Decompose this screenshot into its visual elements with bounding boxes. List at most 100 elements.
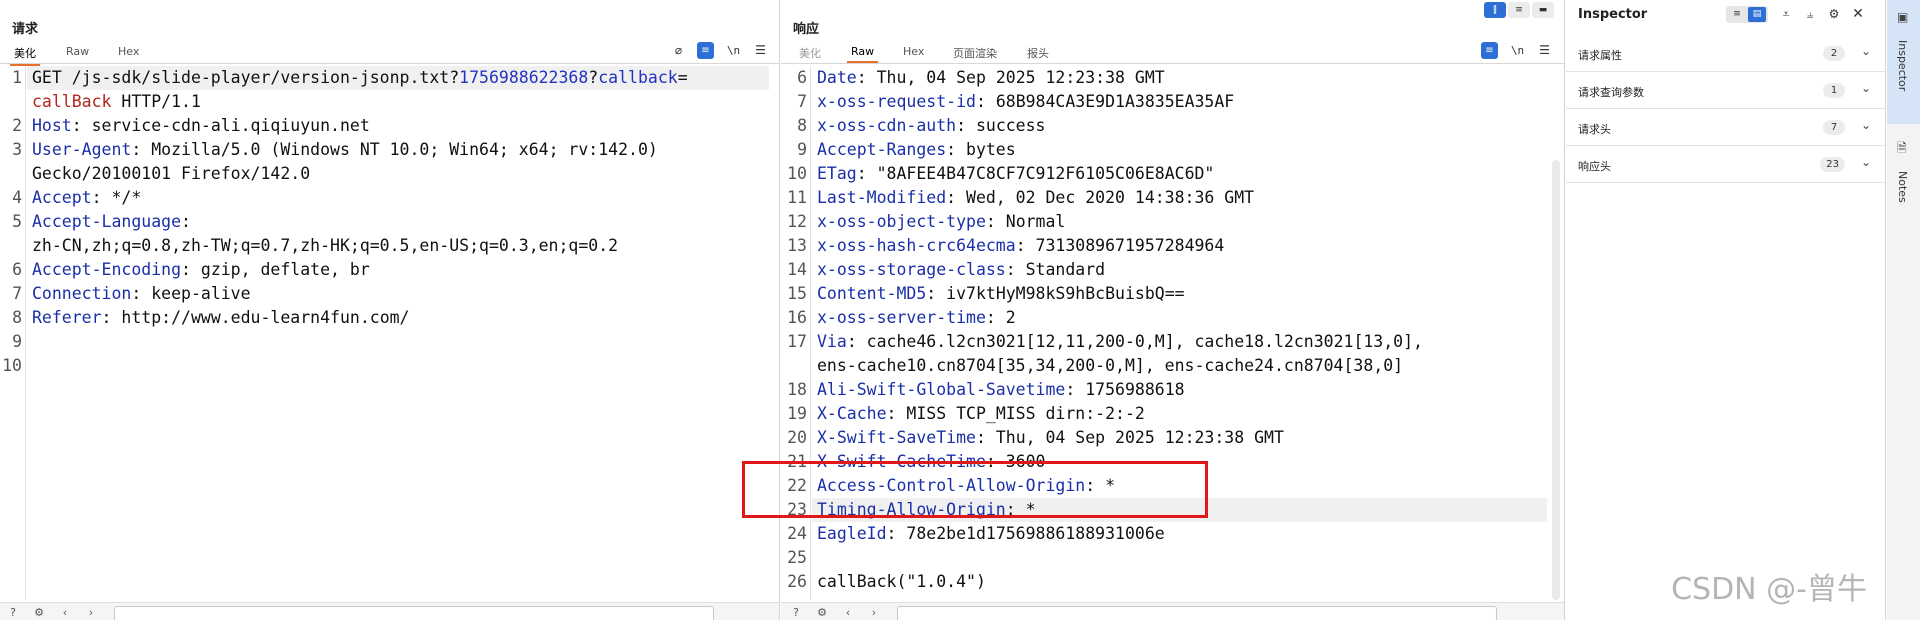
- response-pane: 响应 ‖ ≡ ▬ 美化 Raw Hex 页面渲染 报头 ≡ \n ☰ 6 7 8 9 1…: [781, 0, 1565, 620]
- header-key: x-oss-server-time: [817, 308, 986, 327]
- request-tabbar: 美化 Raw Hex: [0, 42, 779, 66]
- header-key: Accept: [32, 188, 92, 207]
- line-number: 18: [787, 380, 807, 399]
- request-editor[interactable]: 1 2 3 4 5 6 7 8 9 10 GET /js-sdk/slide-player/ver…: [0, 66, 779, 600]
- header-key: x-oss-object-type: [817, 212, 986, 231]
- help-icon[interactable]: ?: [789, 606, 803, 620]
- response-scrollbar[interactable]: [1552, 160, 1560, 600]
- response-tabbar: 美化 Raw Hex 页面渲染 报头: [781, 42, 1564, 64]
- line-number: 9: [797, 140, 807, 159]
- code-text: : */*: [91, 188, 142, 207]
- code-text: =: [677, 68, 688, 87]
- code-line: x-oss-hash-crc64ecma: 731308967195728496…: [817, 234, 1224, 258]
- code-line: Last-Modified: Wed, 02 Dec 2020 14:38:36…: [817, 186, 1254, 210]
- expand-all-icon[interactable]: ⩡: [1778, 6, 1794, 23]
- inspector-row-request-headers[interactable]: 请求头 7 ⌄: [1566, 110, 1885, 146]
- list-view-icon[interactable]: ≡: [1728, 7, 1746, 22]
- help-icon[interactable]: ?: [6, 606, 20, 620]
- code-text: 1756988622368: [459, 68, 589, 87]
- request-search-input[interactable]: [114, 606, 714, 620]
- gear-icon[interactable]: ⚙: [1826, 6, 1842, 23]
- line-number: 14: [787, 260, 807, 279]
- code-line: X-Swift-SaveTime: Thu, 04 Sep 2025 12:23…: [817, 426, 1284, 450]
- code-text: : iv7ktHyM98kS9hBcBuisbQ==: [926, 284, 1185, 303]
- inspector-row-response-headers[interactable]: 响应头 23 ⌄: [1566, 147, 1885, 183]
- chevron-down-icon[interactable]: ⌄: [1861, 118, 1871, 132]
- chevron-down-icon[interactable]: ⌄: [1861, 44, 1871, 58]
- chevron-down-icon[interactable]: ⌄: [1861, 155, 1871, 169]
- line-number: 13: [787, 236, 807, 255]
- code-line: Connection: keep-alive: [32, 282, 251, 306]
- inspector-row-label: 请求头: [1578, 123, 1611, 136]
- response-tab-render[interactable]: 页面渲染: [953, 45, 997, 61]
- header-key: ETag: [817, 164, 857, 183]
- line-number: 9: [12, 332, 22, 351]
- notes-icon: 🗎: [1897, 141, 1907, 155]
- settings-icon[interactable]: ⚙: [32, 606, 46, 620]
- response-gutter: 6 7 8 9 10 11 12 13 14 15 16 17 18 19 20 21 22 23 24 25 26: [781, 66, 811, 600]
- wrap-icon[interactable]: ≡: [697, 42, 714, 59]
- forward-icon[interactable]: ›: [867, 606, 881, 620]
- header-key: Content-MD5: [817, 284, 927, 303]
- inspector-row-label: 响应头: [1578, 160, 1611, 173]
- request-bottom-bar: ? ⚙ ‹ ›: [0, 602, 779, 620]
- code-text: : service-cdn-ali.qiqiuyun.net: [71, 116, 370, 135]
- response-tab-pretty[interactable]: 美化: [799, 45, 821, 61]
- code-text: : Thu, 04 Sep 2025 12:23:38 GMT: [856, 68, 1165, 87]
- line-number: 6: [797, 68, 807, 87]
- header-key: Accept-Language: [32, 212, 182, 231]
- single-view-icon[interactable]: ▬: [1532, 2, 1554, 18]
- back-icon[interactable]: ‹: [58, 606, 72, 620]
- settings-icon[interactable]: ⚙: [815, 606, 829, 620]
- code-line: Referer: http://www.edu-learn4fun.com/: [32, 306, 410, 330]
- inspector-row-query-params[interactable]: 请求查询参数 1 ⌄: [1566, 73, 1885, 109]
- collapse-all-icon[interactable]: ⫨: [1802, 6, 1818, 23]
- line-number: 20: [787, 428, 807, 447]
- close-icon[interactable]: ✕: [1850, 6, 1866, 23]
- response-tab-raw[interactable]: Raw: [846, 45, 879, 63]
- stacked-view-icon[interactable]: ≡: [1508, 2, 1530, 18]
- response-search-input[interactable]: [897, 606, 1497, 620]
- chevron-down-icon[interactable]: ⌄: [1861, 81, 1871, 95]
- response-tab-headers[interactable]: 报头: [1027, 45, 1049, 61]
- code-text: ?: [588, 68, 599, 87]
- wrap-icon[interactable]: ≡: [1481, 42, 1498, 59]
- request-tab-hex[interactable]: Hex: [118, 45, 139, 58]
- response-editor[interactable]: 6 7 8 9 10 11 12 13 14 15 16 17 18 19 20 21 22 23 24 25 26 D…: [781, 66, 1564, 600]
- request-tab-pretty[interactable]: 美化: [10, 45, 40, 66]
- code-line: GET /js-sdk/slide-player/version-jsonp.t…: [32, 66, 688, 90]
- menu-icon[interactable]: ☰: [1536, 42, 1553, 59]
- inspector-row-count: 23: [1820, 157, 1845, 172]
- header-key: x-oss-hash-crc64ecma: [817, 236, 1016, 255]
- split-view-icon[interactable]: ‖: [1484, 2, 1506, 18]
- line-number: 19: [787, 404, 807, 423]
- newline-icon[interactable]: \n: [1509, 42, 1526, 59]
- line-number: 17: [787, 332, 807, 351]
- line-number: 25: [787, 548, 807, 567]
- code-text: : MISS TCP_MISS dirn:-2:-2: [886, 404, 1145, 423]
- header-key: Accept-Ranges: [817, 140, 947, 159]
- header-key: Connection: [32, 284, 132, 303]
- back-icon[interactable]: ‹: [841, 606, 855, 620]
- rail-tab-inspector[interactable]: ▣ Inspector: [1887, 0, 1920, 124]
- code-line: x-oss-object-type: Normal: [817, 210, 1065, 234]
- eye-slash-icon[interactable]: ⌀: [670, 42, 687, 59]
- inspector-view-toggle[interactable]: ≡ ▤: [1726, 6, 1768, 23]
- menu-icon[interactable]: ☰: [752, 42, 769, 59]
- request-pane: 请求 美化 Raw Hex ⌀ ≡ \n ☰ 1 2 3 4 5 6 7 8 9 10 GET /…: [0, 0, 780, 620]
- panel-view-icon[interactable]: ▤: [1748, 7, 1766, 22]
- response-tab-hex[interactable]: Hex: [903, 45, 924, 58]
- inspector-title: Inspector: [1578, 7, 1648, 22]
- rail-tab-inspector-label: Inspector: [1896, 40, 1909, 92]
- code-text: HTTP/1.1: [111, 92, 201, 111]
- rail-tab-notes[interactable]: 🗎 Notes: [1887, 135, 1920, 215]
- request-pane-title: 请求: [12, 22, 39, 37]
- header-key: EagleId: [817, 524, 887, 543]
- header-key: User-Agent: [32, 140, 132, 159]
- inspector-row-request-attributes[interactable]: 请求属性 2 ⌄: [1566, 36, 1885, 72]
- code-line: EagleId: 78e2be1d17569886188931006e: [817, 522, 1165, 546]
- request-tab-raw[interactable]: Raw: [66, 45, 89, 58]
- forward-icon[interactable]: ›: [84, 606, 98, 620]
- header-key: x-oss-cdn-auth: [817, 116, 957, 135]
- newline-icon[interactable]: \n: [725, 42, 742, 59]
